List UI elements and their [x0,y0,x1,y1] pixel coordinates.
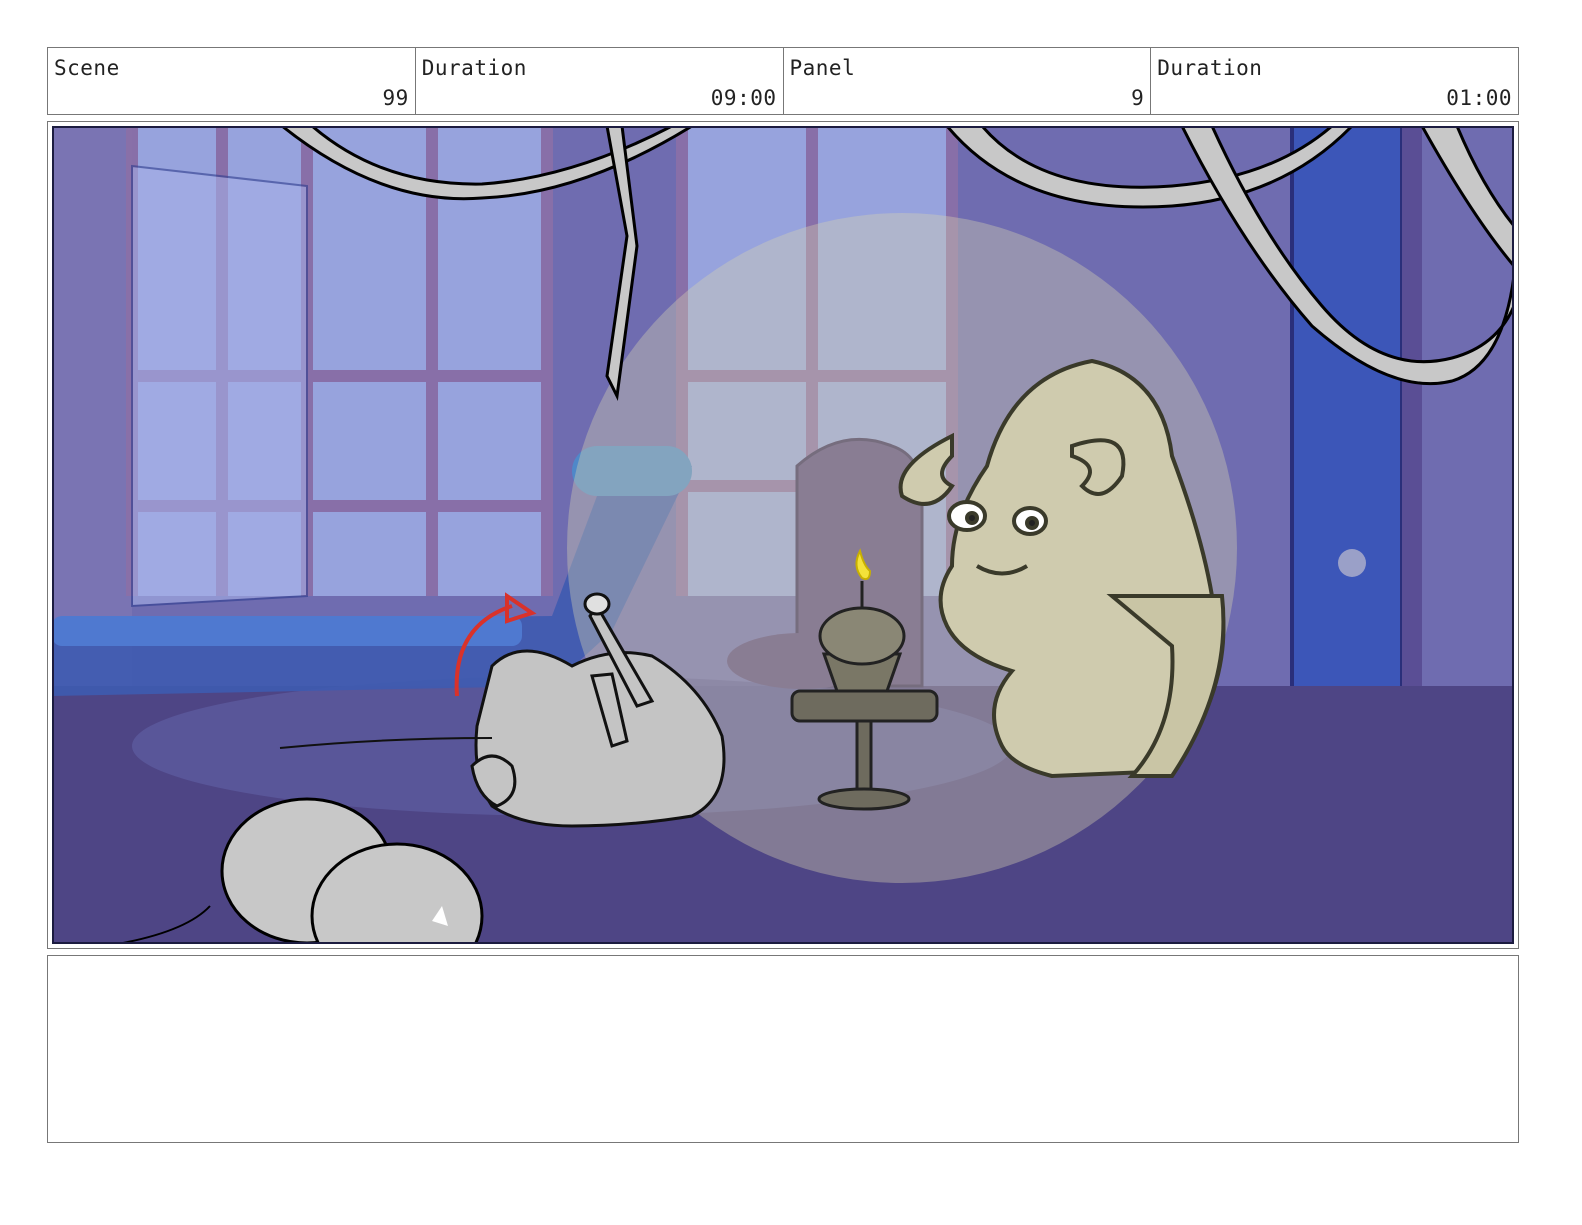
scene-number: 99 [382,86,409,110]
scene-duration-value: 09:00 [710,86,777,110]
panel-illustration [52,126,1514,944]
door-frame [1402,126,1422,766]
panel-cell: Panel 9 [784,48,1152,114]
panel-duration-value: 01:00 [1446,86,1512,110]
scene-cell: Scene 99 [48,48,416,114]
storyboard-panel-frame [47,121,1519,949]
panel-number: 9 [1131,86,1145,110]
panel-label: Panel [789,56,856,80]
scene-label: Scene [54,56,120,80]
panel-header: Scene 99 Duration 09:00 Panel 9 Duration… [47,47,1519,115]
scene-duration-cell: Duration 09:00 [416,48,784,114]
scene-duration-label: Duration [421,56,527,80]
panel-notes-box [47,955,1519,1143]
door [1290,126,1404,748]
door-knob [1338,549,1366,577]
panel-duration-cell: Duration 01:00 [1151,48,1518,114]
storyboard-panel-image [52,126,1514,944]
panel-duration-label: Duration [1157,56,1263,80]
